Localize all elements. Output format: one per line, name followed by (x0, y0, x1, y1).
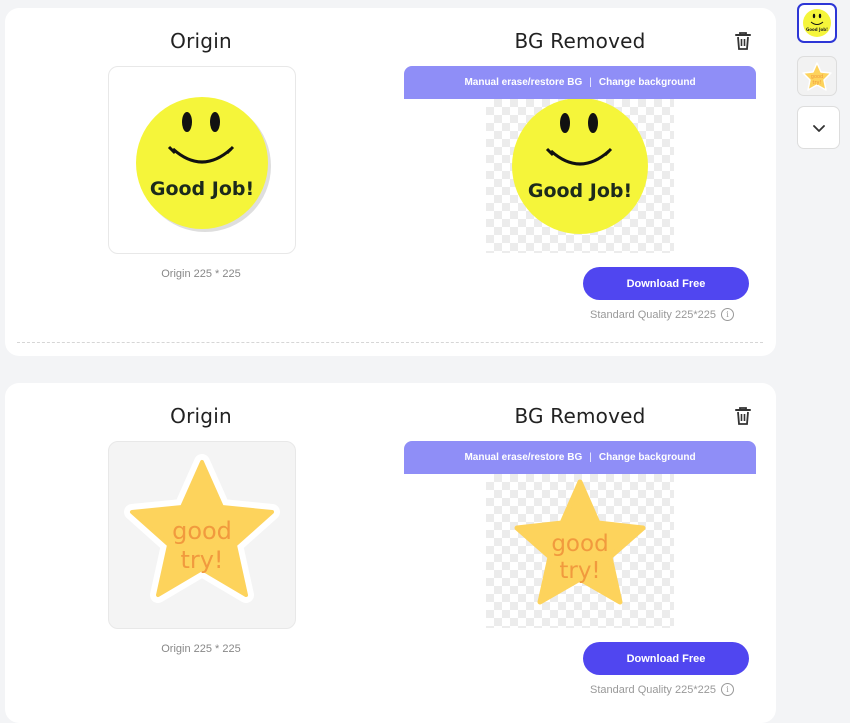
origin-image: good try! (108, 441, 296, 629)
edit-toolbar: Manual erase/restore BG | Change backgro… (404, 66, 756, 99)
toolbar-separator: | (589, 77, 592, 88)
trash-icon[interactable] (733, 30, 753, 52)
origin-title: Origin (170, 404, 232, 428)
change-background-button[interactable]: Change background (599, 77, 696, 88)
manual-erase-restore-button[interactable]: Manual erase/restore BG (464, 77, 582, 88)
result-card: Origin BG Removed good try! Origin 225 *… (5, 383, 776, 723)
info-icon[interactable]: i (720, 308, 734, 321)
chevron-down-icon (812, 124, 825, 132)
change-background-button[interactable]: Change background (599, 452, 696, 463)
download-free-button[interactable]: Download Free (583, 267, 749, 300)
download-free-button[interactable]: Download Free (583, 642, 749, 675)
thumbnail-smiley[interactable]: Good Job! (797, 3, 837, 43)
thumbnail-smiley-text: Good Job! (806, 27, 828, 32)
thumbnail-star[interactable]: good try! (797, 56, 837, 96)
bg-removed-image-text-1: good (551, 531, 608, 557)
thumbnail-star-text-2: try! (813, 80, 822, 86)
bg-removed-image: good try! (486, 474, 674, 628)
bg-removed-title: BG Removed (514, 29, 646, 53)
origin-caption: Origin 225 * 225 (161, 268, 241, 280)
trash-icon[interactable] (733, 405, 753, 427)
quality-info: Standard Quality 225*225 i (590, 308, 750, 321)
info-icon[interactable]: i (720, 683, 734, 696)
bg-removed-image-text: Good Job! (528, 180, 632, 202)
result-card: Origin BG Removed Good Job! Origin 225 *… (5, 8, 776, 356)
divider (17, 342, 763, 343)
quality-label: Standard Quality 225*225 (590, 308, 716, 321)
bg-removed-title: BG Removed (514, 404, 646, 428)
expand-list-button[interactable] (797, 106, 840, 149)
origin-image-text-1: good (172, 517, 232, 545)
origin-image: Good Job! (108, 66, 296, 254)
quality-label: Standard Quality 225*225 (590, 683, 716, 696)
manual-erase-restore-button[interactable]: Manual erase/restore BG (464, 452, 582, 463)
edit-toolbar: Manual erase/restore BG | Change backgro… (404, 441, 756, 474)
origin-image-text: Good Job! (150, 178, 254, 200)
origin-title: Origin (170, 29, 232, 53)
quality-info: Standard Quality 225*225 i (590, 683, 750, 696)
bg-removed-image-text-2: try! (559, 558, 600, 584)
origin-image-text-2: try! (180, 546, 223, 574)
toolbar-separator: | (589, 452, 592, 463)
origin-caption: Origin 225 * 225 (161, 643, 241, 655)
bg-removed-image: Good Job! (486, 99, 674, 253)
